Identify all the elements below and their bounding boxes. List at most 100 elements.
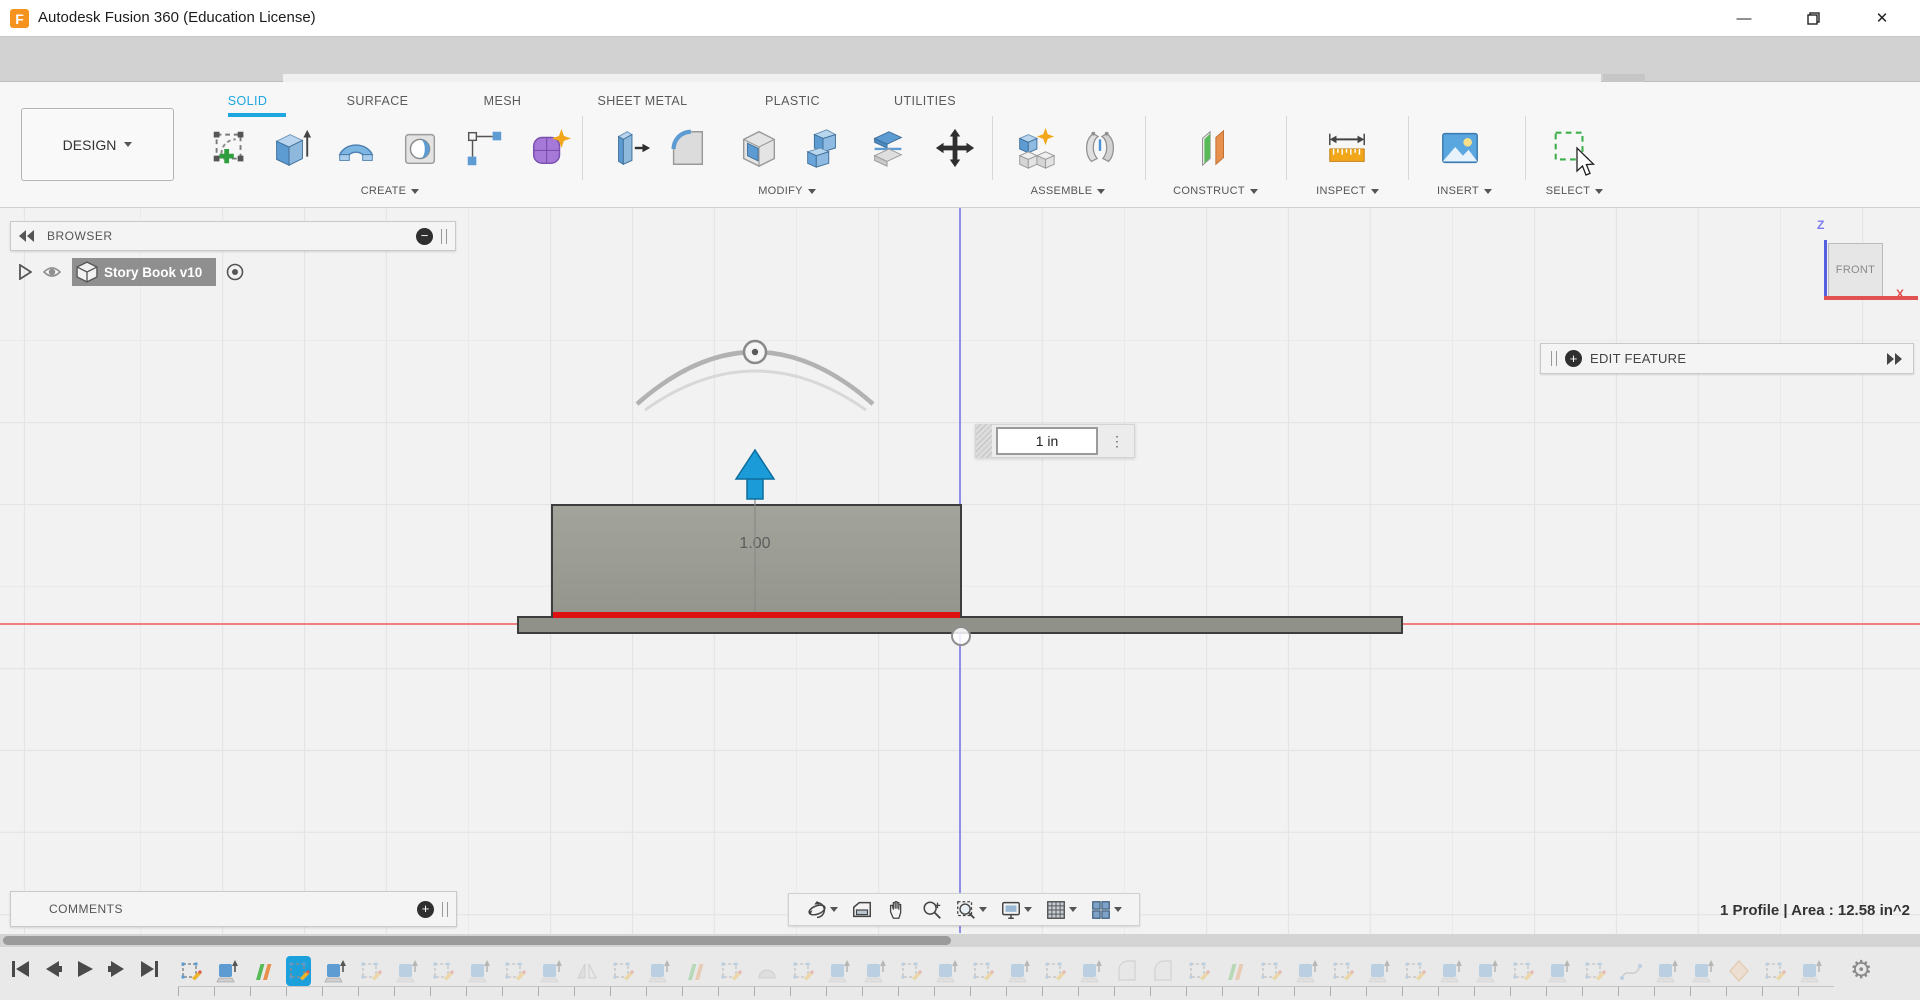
timeline-feature-extrude[interactable] (1798, 956, 1823, 986)
visibility-eye-icon[interactable] (42, 264, 62, 280)
expand-node-icon[interactable] (18, 264, 32, 280)
timeline-feature-sketch[interactable] (178, 956, 203, 986)
new-component-button[interactable] (1009, 120, 1061, 176)
fillet-button[interactable] (661, 120, 713, 176)
timeline-feature-extrude[interactable] (826, 956, 851, 986)
timeline-feature-extrude[interactable] (1294, 956, 1319, 986)
joint-button[interactable] (1074, 120, 1126, 176)
collapse-panel-icon[interactable] (19, 230, 35, 242)
panel-resize-grip[interactable] (442, 901, 448, 917)
group-dropdown-create[interactable]: CREATE (330, 182, 450, 200)
insert-image-button[interactable] (1434, 120, 1486, 176)
create-sketch-button[interactable] (204, 120, 256, 176)
maximize-restore-button[interactable] (1788, 0, 1838, 36)
timeline-feature-sketch[interactable] (1186, 956, 1211, 986)
timeline-feature-fillet[interactable] (1150, 956, 1175, 986)
go-to-start-button[interactable] (10, 958, 32, 985)
timeline-settings-gear-icon[interactable]: ⚙ (1850, 955, 1872, 985)
timeline-feature-sketch[interactable] (790, 956, 815, 986)
fit-button[interactable] (955, 899, 988, 921)
timeline-feature-sketch[interactable] (430, 956, 455, 986)
ribbon-tab-surface[interactable]: SURFACE (330, 90, 425, 112)
offset-face-button[interactable] (862, 120, 914, 176)
rectangular-pattern-button[interactable] (458, 120, 510, 176)
ribbon-tab-solid[interactable]: SOLID (210, 90, 285, 112)
timeline-scrollbar-thumb[interactable] (3, 936, 951, 945)
group-dropdown-modify[interactable]: MODIFY (727, 182, 847, 200)
timeline-feature-sketch[interactable] (1510, 956, 1535, 986)
create-form-button[interactable] (523, 120, 575, 176)
hole-button[interactable] (394, 120, 446, 176)
timeline-feature-construction-plane[interactable] (682, 956, 707, 986)
timeline-feature-extrude[interactable] (1546, 956, 1571, 986)
display-settings-button[interactable] (1000, 899, 1033, 921)
timeline-feature-sketch[interactable] (502, 956, 527, 986)
zoom-button[interactable] (921, 899, 943, 921)
timeline-feature-extrude[interactable] (1078, 956, 1103, 986)
activate-component-radio[interactable] (226, 263, 244, 281)
group-dropdown-assemble[interactable]: ASSEMBLE (1003, 182, 1133, 200)
viewports-button[interactable] (1090, 899, 1122, 921)
combine-button[interactable] (797, 120, 849, 176)
move-copy-button[interactable] (929, 120, 981, 176)
timeline-feature-extrude[interactable] (1654, 956, 1679, 986)
ribbon-tab-sheet-metal[interactable]: SHEET METAL (580, 90, 705, 112)
minimize-button[interactable]: — (1719, 0, 1769, 36)
timeline-feature-extrude[interactable] (1438, 956, 1463, 986)
revolve-button[interactable] (330, 120, 382, 176)
timeline-feature-extrude[interactable] (1366, 956, 1391, 986)
extrude-button[interactable] (264, 120, 316, 176)
step-forward-button[interactable] (106, 958, 128, 985)
group-dropdown-insert[interactable]: INSERT (1412, 182, 1517, 200)
timeline-feature-revolve[interactable] (754, 956, 779, 986)
timeline-feature-extrude[interactable] (322, 956, 347, 986)
component-chip[interactable]: Story Book v10 (72, 258, 217, 286)
timeline-feature-extrude[interactable] (1474, 956, 1499, 986)
selected-profile-edge[interactable] (553, 612, 960, 618)
kebab-menu-icon[interactable]: ⋮ (1110, 434, 1124, 448)
dialog-drag-grip[interactable] (1551, 351, 1557, 366)
add-comment-icon[interactable]: + (417, 900, 434, 918)
expand-dialog-icon[interactable] (1885, 352, 1903, 365)
ribbon-tab-utilities[interactable]: UTILITIES (880, 90, 970, 112)
measure-button[interactable] (1321, 120, 1373, 176)
timeline-feature-sketch[interactable] (1762, 956, 1787, 986)
timeline-feature-extrude[interactable] (1006, 956, 1031, 986)
step-back-button[interactable] (42, 958, 64, 985)
timeline-feature-extrude[interactable] (862, 956, 887, 986)
orbit-button[interactable] (806, 899, 838, 921)
timeline-feature-extrude[interactable] (466, 956, 491, 986)
close-button[interactable]: ✕ (1857, 0, 1907, 36)
timeline-feature-sketch[interactable] (1330, 956, 1355, 986)
timeline-feature-extrude[interactable] (214, 956, 239, 986)
timeline-feature-mirror[interactable] (574, 956, 599, 986)
group-dropdown-inspect[interactable]: INSPECT (1290, 182, 1405, 200)
go-to-end-button[interactable] (138, 958, 160, 985)
workspace-selector-design[interactable]: DESIGN (21, 108, 174, 181)
collapse-all-icon[interactable]: − (416, 227, 433, 245)
timeline-feature-sketch[interactable] (1582, 956, 1607, 986)
dialog-drag-grip[interactable] (976, 424, 992, 458)
timeline-feature-construction-plane[interactable] (1222, 956, 1247, 986)
timeline-feature-sketch[interactable] (1042, 956, 1067, 986)
select-button[interactable] (1545, 120, 1597, 176)
timeline-feature-construction-plane[interactable] (250, 956, 275, 986)
construction-plane-button[interactable] (1187, 120, 1239, 176)
grid-settings-button[interactable] (1045, 899, 1078, 921)
ribbon-tab-plastic[interactable]: PLASTIC (750, 90, 835, 112)
look-at-button[interactable] (851, 899, 873, 921)
timeline-feature-sketch[interactable] (610, 956, 635, 986)
timeline-feature-sketch[interactable] (718, 956, 743, 986)
timeline-feature-sketch[interactable] (1258, 956, 1283, 986)
timeline-feature-spline[interactable] (1618, 956, 1643, 986)
timeline-feature-sketch[interactable] (286, 956, 311, 986)
play-button[interactable] (74, 958, 96, 985)
extruded-body[interactable] (551, 504, 962, 618)
timeline-feature-extrude[interactable] (646, 956, 671, 986)
timeline-feature-extrude[interactable] (934, 956, 959, 986)
comments-panel-header[interactable]: COMMENTS + (10, 891, 457, 927)
timeline-feature-sketch[interactable] (1402, 956, 1427, 986)
viewcube-front-face[interactable]: FRONT (1828, 243, 1883, 297)
shell-button[interactable] (733, 120, 785, 176)
press-pull-button[interactable] (605, 120, 657, 176)
